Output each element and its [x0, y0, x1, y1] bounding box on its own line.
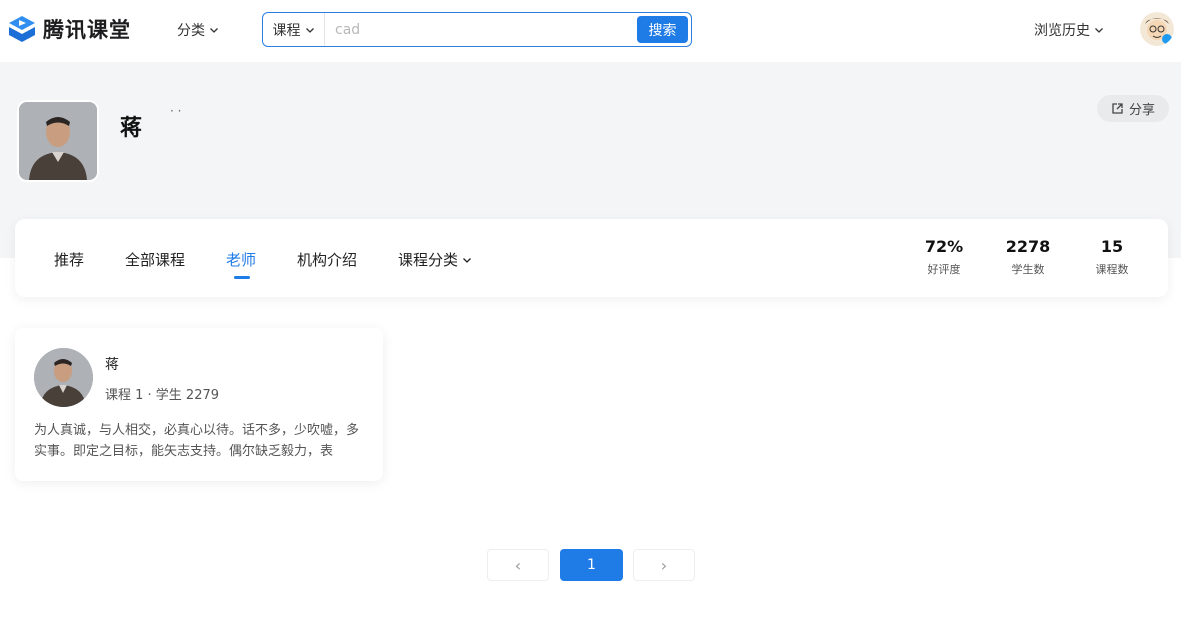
tab-label: 课程分类 — [398, 251, 459, 269]
share-icon — [1112, 103, 1123, 114]
page-number: 1 — [587, 557, 596, 573]
chevron-down-icon — [463, 257, 471, 263]
stat-value: 15 — [1100, 237, 1124, 256]
teacher-card[interactable]: 蒋 课程 1 · 学生 2279 为人真诚，与人相交，必真心以待。话不多，少吹嘘… — [15, 328, 383, 481]
stat-label: 好评度 — [927, 263, 961, 276]
active-tab-indicator — [234, 276, 250, 279]
teacher-description: 为人真诚，与人相交，必真心以待。话不多，少吹嘘，多实事。即定之目标，能矢志支持。… — [34, 423, 360, 459]
tab-label: 机构介绍 — [297, 251, 358, 269]
search-type-label: 课程 — [272, 22, 301, 39]
stat-courses: 15 课程数 — [1082, 237, 1142, 277]
pagination-prev-button[interactable]: ‹ — [487, 549, 549, 581]
teacher-name: 蒋 — [105, 357, 119, 373]
org-subtitle: · · — [170, 104, 182, 118]
chevron-down-icon — [210, 28, 218, 33]
search-input[interactable] — [335, 20, 635, 40]
tabs-card: 推荐 全部课程 老师 机构介绍 课程分类 72% 好评度 2278 学生数 15… — [15, 219, 1168, 297]
user-avatar[interactable] — [1140, 12, 1174, 46]
logo-icon — [9, 16, 35, 42]
org-name: 蒋 — [120, 116, 143, 141]
stat-students: 2278 学生数 — [998, 237, 1058, 277]
stat-value: 2278 — [1005, 237, 1051, 256]
share-button[interactable]: 分享 — [1097, 95, 1169, 122]
search-bar: 课程 搜索 — [262, 12, 692, 47]
stat-value: 72% — [924, 237, 964, 256]
category-menu[interactable]: 分类 — [177, 20, 219, 40]
tab-label: 推荐 — [54, 251, 85, 269]
org-avatar — [17, 100, 99, 182]
chevron-right-icon: › — [660, 555, 668, 575]
top-header: 腾讯课堂 分类 课程 搜索 浏览历史 — [0, 0, 1181, 62]
teacher-avatar — [34, 348, 93, 407]
share-label: 分享 — [1128, 103, 1155, 118]
pagination-next-button[interactable]: › — [633, 549, 695, 581]
cartoon-avatar-icon — [1140, 12, 1174, 46]
tab-course-category[interactable]: 课程分类 — [398, 249, 472, 270]
chevron-down-icon — [1095, 28, 1103, 33]
person-photo-icon — [34, 348, 93, 407]
tab-all-courses[interactable]: 全部课程 — [125, 249, 185, 270]
tab-recommend[interactable]: 推荐 — [54, 249, 84, 270]
tab-label: 老师 — [226, 251, 257, 269]
tab-teachers[interactable]: 老师 — [226, 249, 256, 270]
tab-org-intro[interactable]: 机构介绍 — [297, 249, 357, 270]
teacher-meta: 课程 1 · 学生 2279 — [105, 388, 220, 403]
tab-label: 全部课程 — [125, 251, 186, 269]
person-photo-icon — [19, 102, 97, 180]
logo[interactable]: 腾讯课堂 — [7, 14, 131, 44]
stat-rating: 72% 好评度 — [914, 237, 974, 277]
logo-text: 腾讯课堂 — [43, 18, 131, 42]
stat-label: 课程数 — [1095, 263, 1129, 276]
category-label: 分类 — [177, 23, 205, 39]
stat-label: 学生数 — [1011, 263, 1045, 276]
pagination-page-current[interactable]: 1 — [560, 549, 623, 581]
history-label: 浏览历史 — [1034, 23, 1090, 39]
search-button[interactable]: 搜索 — [637, 16, 688, 43]
chevron-left-icon: ‹ — [514, 555, 522, 575]
history-menu[interactable]: 浏览历史 — [1034, 20, 1104, 40]
search-type-select[interactable]: 课程 — [263, 13, 325, 46]
chevron-down-icon — [305, 27, 314, 33]
